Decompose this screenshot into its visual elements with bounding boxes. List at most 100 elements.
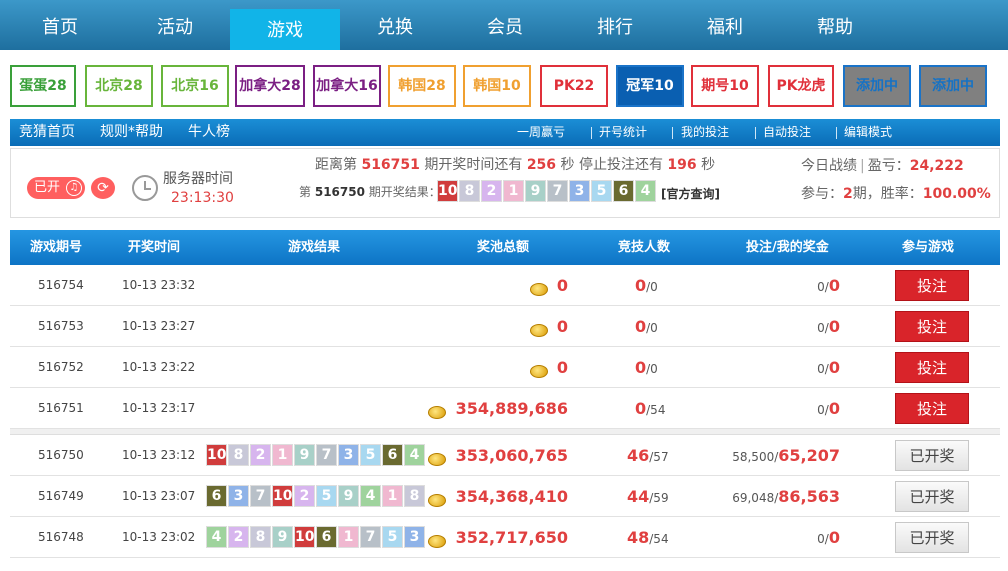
bet-amount: 0/ (817, 532, 829, 546)
countdown-text: 距离第 516751 期开奖时间还有 256 秒 停止投注还有 196 秒 (315, 154, 715, 174)
table-row: 516749 10-13 23:07 6 3 7 10 2 5 9 4 1 8 354,368,410 4… (10, 476, 1000, 517)
result-ball: 10 (272, 485, 293, 507)
game-button[interactable]: 期号10 (691, 65, 759, 107)
result-ball: 8 (459, 180, 480, 202)
win-amount: 0 (828, 317, 840, 336)
last-result-text: 期开奖结果： (368, 185, 441, 199)
nav-item[interactable]: 游戏 (230, 9, 340, 50)
link-top-players[interactable]: 牛人榜 (188, 119, 230, 146)
round-time: 10-13 23:12 (122, 448, 196, 462)
countdown-text-2: 秒 停止投注还有 (560, 157, 663, 173)
nav-item[interactable]: 帮助 (780, 0, 890, 50)
result-ball: 8 (228, 444, 249, 466)
players-in: 0 (635, 399, 647, 418)
drawn-button[interactable]: 已开奖 (895, 522, 969, 553)
link-guess-home[interactable]: 竞猜首页 (19, 119, 75, 146)
game-button[interactable]: 冠军10 (616, 65, 684, 107)
game-button[interactable]: 添加中 (919, 65, 987, 107)
link-edit-mode[interactable]: 编辑模式 (844, 119, 892, 146)
open-toggle[interactable]: 已开 ♫ (27, 177, 85, 199)
game-button[interactable]: 蛋蛋28 (10, 65, 76, 107)
result-ball: 8 (404, 485, 425, 507)
link-rules-help[interactable]: 规则*帮助 (100, 119, 163, 146)
drawn-button[interactable]: 已开奖 (895, 481, 969, 512)
players-total: /54 (646, 403, 666, 417)
refresh-icon[interactable]: ⟳ (91, 177, 115, 199)
table-body: 516754 10-13 23:32 0 0/0 0/0 投注 516753 10-13 23… (10, 265, 1000, 558)
result-ball: 4 (635, 180, 656, 202)
bet-amount: 58,500/ (732, 450, 779, 464)
win-amount: 0 (828, 528, 840, 547)
result-ball: 2 (294, 485, 315, 507)
drawn-button[interactable]: 已开奖 (895, 440, 969, 471)
round-result-balls: 4 2 8 9 10 6 1 7 5 3 (206, 526, 426, 548)
col-bet-win: 投注/我的奖金 (746, 240, 829, 255)
players-in: 0 (635, 358, 647, 377)
round-issue: 516752 (38, 360, 84, 374)
result-ball: 6 (613, 180, 634, 202)
server-time-label: 服务器时间 (163, 171, 233, 187)
win-amount: 0 (828, 358, 840, 377)
divider (672, 127, 673, 139)
bet-button[interactable]: 投注 (895, 270, 969, 301)
result-ball: 1 (338, 526, 359, 548)
bell-icon: ♫ (66, 180, 82, 196)
game-button[interactable]: 北京16 (161, 65, 229, 107)
bet-win: 69,048/86,563 (732, 476, 840, 519)
nav-item[interactable]: 兑换 (340, 0, 450, 50)
nav-item[interactable]: 活动 (120, 0, 230, 50)
result-ball: 10 (437, 180, 458, 202)
col-issue: 游戏期号 (30, 240, 83, 255)
players-in: 0 (635, 317, 647, 336)
result-ball: 3 (338, 444, 359, 466)
result-ball: 2 (250, 444, 271, 466)
player-count: 0/0 (635, 306, 658, 349)
game-button[interactable]: 加拿大28 (235, 65, 305, 107)
countdown-issue: 516751 (361, 157, 420, 173)
result-ball: 6 (382, 444, 403, 466)
result-ball: 4 (360, 485, 381, 507)
nav-item[interactable]: 首页 (0, 0, 120, 50)
game-button[interactable]: 韩国10 (463, 65, 531, 107)
link-weekly-profit[interactable]: 一周赢亏 (517, 119, 565, 146)
win-amount: 65,207 (778, 446, 840, 465)
pool-amount: 0 (556, 358, 568, 377)
link-my-bets[interactable]: 我的投注 (681, 119, 729, 146)
open-label: 已开 (34, 180, 61, 195)
result-ball: 10 (294, 526, 315, 548)
bet-button[interactable]: 投注 (895, 311, 969, 342)
players-total: /0 (646, 362, 658, 376)
result-ball: 6 (206, 485, 227, 507)
col-result: 游戏结果 (288, 240, 341, 255)
game-button[interactable]: PK龙虎 (768, 65, 834, 107)
nav-item[interactable]: 会员 (450, 0, 560, 50)
divider: | (860, 158, 865, 174)
pool-amount: 352,717,650 (455, 528, 568, 547)
coin-icon (427, 453, 446, 466)
official-query-link[interactable]: [官方查询] (661, 185, 720, 202)
game-button[interactable]: 韩国28 (388, 65, 456, 107)
round-time: 10-13 23:22 (122, 360, 196, 374)
game-button[interactable]: 加拿大16 (313, 65, 381, 107)
result-ball: 3 (569, 180, 590, 202)
game-button[interactable]: 添加中 (843, 65, 911, 107)
nav-item[interactable]: 福利 (670, 0, 780, 50)
bet-button[interactable]: 投注 (895, 352, 969, 383)
game-button[interactable]: 北京28 (85, 65, 153, 107)
result-ball: 5 (360, 444, 381, 466)
countdown-draw-seconds: 256 (526, 157, 557, 173)
result-ball: 9 (525, 180, 546, 202)
game-button[interactable]: PK22 (540, 65, 608, 107)
link-auto-bet[interactable]: 自动投注 (763, 119, 811, 146)
link-draw-stats[interactable]: 开号统计 (599, 119, 647, 146)
win-amount: 0 (828, 276, 840, 295)
nav-item[interactable]: 排行 (560, 0, 670, 50)
round-result-balls: 6 3 7 10 2 5 9 4 1 8 (206, 485, 426, 507)
round-time: 10-13 23:02 (122, 530, 196, 544)
result-ball: 9 (338, 485, 359, 507)
result-ball: 2 (481, 180, 502, 202)
bet-amount: 0/ (817, 362, 829, 376)
table-row: 516754 10-13 23:32 0 0/0 0/0 投注 (10, 265, 1000, 306)
result-ball: 1 (382, 485, 403, 507)
bet-button[interactable]: 投注 (895, 393, 969, 424)
